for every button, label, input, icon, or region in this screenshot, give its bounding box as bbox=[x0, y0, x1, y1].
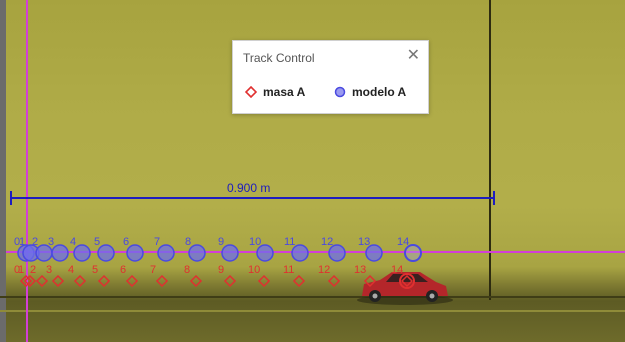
mass-track-label: 10 bbox=[248, 264, 261, 276]
mass-track-label: 8 bbox=[184, 264, 191, 276]
track-item-masa-a[interactable]: masa A bbox=[245, 85, 305, 99]
model-track-label: 8 bbox=[185, 236, 192, 248]
mass-track-point[interactable] bbox=[51, 274, 65, 288]
mass-track-label: 1 bbox=[18, 264, 25, 276]
model-track-label: 12 bbox=[321, 236, 334, 248]
mass-track-point[interactable] bbox=[292, 274, 306, 288]
mass-track-label: 6 bbox=[120, 264, 127, 276]
mass-track-point[interactable] bbox=[327, 274, 341, 288]
model-track-label: 4 bbox=[70, 236, 77, 248]
mass-track[interactable] bbox=[19, 273, 415, 289]
red-diamond-icon bbox=[245, 86, 257, 98]
mass-track-label: 13 bbox=[354, 264, 367, 276]
model-track-label: 1 bbox=[19, 236, 26, 248]
mass-track-label: 2 bbox=[30, 264, 37, 276]
model-track-label: 7 bbox=[154, 236, 161, 248]
mass-track-point[interactable] bbox=[35, 274, 49, 288]
mass-track-label: 12 bbox=[318, 264, 331, 276]
model-track-label: 6 bbox=[123, 236, 130, 248]
mass-track-point[interactable] bbox=[155, 274, 169, 288]
mass-track-label: 11 bbox=[283, 264, 295, 276]
mass-track-label: 7 bbox=[150, 264, 157, 276]
mass-track-label: 3 bbox=[46, 264, 53, 276]
mass-track-label: 9 bbox=[218, 264, 225, 276]
model-track-point[interactable] bbox=[221, 244, 239, 262]
model-track-label: 5 bbox=[94, 236, 101, 248]
mass-track-point[interactable] bbox=[223, 274, 237, 288]
close-icon[interactable]: ✕ bbox=[407, 45, 420, 65]
track-item-label: modelo A bbox=[352, 85, 407, 99]
mass-track-point[interactable] bbox=[125, 274, 139, 288]
model-track-point[interactable] bbox=[97, 244, 115, 262]
model-track-label: 10 bbox=[249, 236, 262, 248]
model-track-point[interactable] bbox=[126, 244, 144, 262]
mass-track-point[interactable] bbox=[189, 274, 203, 288]
model-track-label: 3 bbox=[48, 236, 55, 248]
model-track-label: 11 bbox=[284, 236, 296, 248]
video-frame: 0.900 m 0 1 2 3 4 5 6 7 8 9 10 11 12 13 14 0 1 2 3 4 5 6 7 8 9 10… bbox=[0, 0, 625, 342]
track-item-modelo-a[interactable]: modelo A bbox=[334, 85, 406, 99]
mass-track-point[interactable] bbox=[257, 274, 271, 288]
model-track-label: 13 bbox=[358, 236, 371, 248]
model-track-label: 9 bbox=[218, 236, 225, 248]
track-control-panel: Track Control ✕ masa A modelo A bbox=[232, 40, 429, 114]
blue-circle-icon bbox=[334, 86, 346, 98]
mass-track-label: 14 bbox=[391, 264, 404, 276]
mass-track-point[interactable] bbox=[73, 274, 87, 288]
track-item-label: masa A bbox=[263, 85, 306, 99]
calibration-length-label[interactable]: 0.900 m bbox=[227, 181, 270, 195]
model-track-point[interactable] bbox=[188, 244, 206, 262]
panel-title: Track Control bbox=[243, 51, 315, 65]
model-track-point[interactable] bbox=[157, 244, 175, 262]
model-track-label: 2 bbox=[32, 236, 39, 248]
mass-track-point[interactable] bbox=[97, 274, 111, 288]
model-track-label: 14 bbox=[397, 236, 410, 248]
model-track-point[interactable] bbox=[51, 244, 69, 262]
mass-track-label: 5 bbox=[92, 264, 99, 276]
model-track-point[interactable] bbox=[73, 244, 91, 262]
mass-track-label: 4 bbox=[68, 264, 75, 276]
